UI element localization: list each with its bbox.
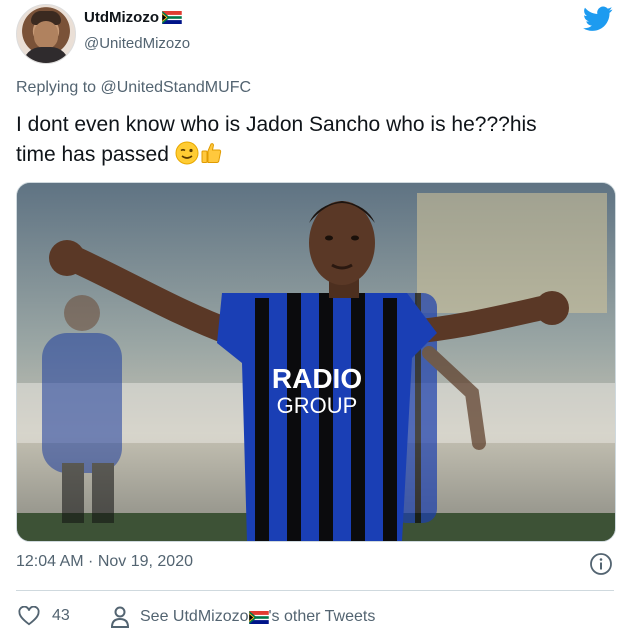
see-other-tweets-label[interactable]: See UtdMizozo 's other Tweets <box>140 608 375 626</box>
twitter-bird-icon[interactable] <box>583 6 613 32</box>
jersey-sponsor-line-1: RADIO <box>272 363 362 394</box>
divider <box>16 590 614 591</box>
winking-face-emoji-icon <box>175 141 199 165</box>
author-handle[interactable]: @UnitedMizozo <box>84 35 190 52</box>
replying-to: Replying to @UnitedStandMUFC <box>16 79 251 97</box>
tweet-text: I dont even know who is Jadon Sancho who… <box>16 110 616 170</box>
tweet-timestamp[interactable]: 12:04 AM · Nov 19, 2020 <box>16 553 193 571</box>
like-count: 43 <box>52 607 70 624</box>
tweet-media-photo[interactable]: RADIO GROUP <box>16 182 616 542</box>
thumbs-up-emoji-icon <box>201 143 221 163</box>
reply-mention-link[interactable]: @UnitedStandMUFC <box>101 79 252 96</box>
jersey-sponsor-line-2: GROUP <box>277 393 358 418</box>
avatar[interactable] <box>16 4 76 64</box>
south-africa-flag-icon <box>248 610 269 624</box>
tweet-text-line-1: I dont even know who is Jadon Sancho who… <box>16 113 537 136</box>
author-display-name[interactable]: UtdMizozo <box>84 9 159 26</box>
embedded-tweet: UtdMizozo @UnitedMizozo Replying to @Uni… <box>0 0 630 633</box>
replying-to-prefix: Replying to <box>16 79 101 96</box>
info-icon[interactable] <box>589 552 613 576</box>
south-africa-flag-icon <box>162 11 182 24</box>
person-icon <box>110 606 130 628</box>
author-name-row[interactable]: UtdMizozo <box>84 9 182 26</box>
tweet-text-line-2: time has passed <box>16 143 169 166</box>
player-photo-illustration: RADIO GROUP <box>17 183 615 541</box>
see-other-suffix: 's other Tweets <box>268 608 376 625</box>
heart-icon[interactable] <box>18 606 40 626</box>
see-other-tweets-link[interactable]: See UtdMizozo 's other Tweets <box>110 606 375 628</box>
like-button[interactable]: 43 <box>18 606 70 626</box>
see-other-prefix: See UtdMizozo <box>140 608 249 625</box>
